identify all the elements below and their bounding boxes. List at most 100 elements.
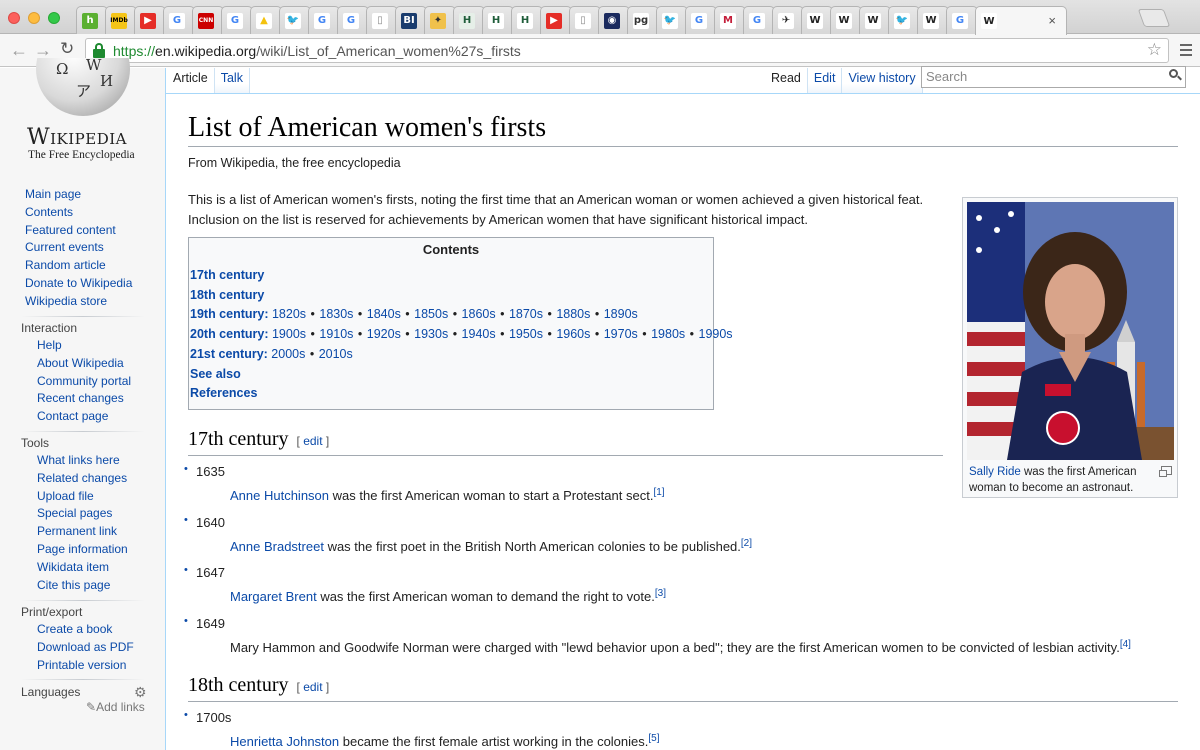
search-input[interactable]: Search [921,66,1186,88]
sidebar-nav-link[interactable]: Wikipedia store [25,294,107,308]
wikipedia-globe-logo[interactable]: Ω W ア И [36,58,130,120]
toc-link[interactable]: See also [190,367,241,381]
browser-tab[interactable]: IMDb [105,6,137,34]
browser-tab[interactable]: ▯ [366,6,398,34]
tab-edit[interactable]: Edit [807,68,843,94]
browser-tab[interactable]: H [482,6,514,34]
reference-link[interactable]: [3] [655,588,666,599]
browser-tab[interactable]: ✦ [424,6,456,34]
toc-sublink[interactable]: 1920s [367,327,401,341]
window-close-button[interactable] [8,12,20,24]
sidebar-tools-link[interactable]: What links here [37,453,120,467]
section-edit-link[interactable]: [ edit ] [297,434,330,448]
toc-sublink[interactable]: 1990s [699,327,733,341]
toc-sublink[interactable]: 1960s [556,327,590,341]
browser-menu-icon[interactable] [1180,44,1192,59]
toc-link[interactable]: 18th century [190,288,264,302]
browser-tab[interactable]: ▶ [540,6,572,34]
browser-tab[interactable]: H [453,6,485,34]
browser-tab[interactable]: H [511,6,543,34]
toc-sublink[interactable]: 1950s [509,327,543,341]
window-maximize-button[interactable] [48,12,60,24]
close-tab-icon[interactable]: × [1048,13,1056,28]
toc-sublink[interactable]: 1830s [319,307,353,321]
browser-tab[interactable]: 🐦 [888,6,920,34]
browser-tab[interactable]: h [76,6,108,34]
toc-link[interactable]: 20th century: [190,327,269,341]
browser-tab[interactable]: G [163,6,195,34]
reload-icon[interactable]: ↻ [60,39,74,59]
reference-link[interactable]: [5] [648,733,659,744]
toc-sublink[interactable]: 1870s [509,307,543,321]
sidebar-interaction-link[interactable]: About Wikipedia [37,356,124,370]
browser-tab[interactable]: ◉ [598,6,630,34]
browser-tab[interactable]: ▶ [134,6,166,34]
person-link[interactable]: Anne Hutchinson [230,488,329,503]
url-text[interactable]: https://en.wikipedia.org/wiki/List_of_Am… [113,43,521,59]
reference-link[interactable]: [1] [653,487,664,498]
sidebar-tools-link[interactable]: Permanent link [37,524,117,538]
toc-sublink[interactable]: 1860s [462,307,496,321]
tab-article[interactable]: Article [167,68,215,94]
back-arrow-icon[interactable]: ← [10,40,28,61]
sidebar-print-link[interactable]: Create a book [37,622,112,636]
person-link[interactable]: Margaret Brent [230,589,317,604]
sidebar-nav-link[interactable]: Main page [25,187,81,201]
toc-sublink[interactable]: 1890s [604,307,638,321]
sidebar-tools-link[interactable]: Page information [37,542,128,556]
sidebar-print-link[interactable]: Download as PDF [37,640,134,654]
sidebar-nav-link[interactable]: Donate to Wikipedia [25,276,132,290]
sidebar-nav-link[interactable]: Current events [25,240,104,254]
edit-link[interactable]: edit [303,434,322,448]
edit-link[interactable]: edit [303,680,322,694]
address-bar[interactable]: https://en.wikipedia.org/wiki/List_of_Am… [85,38,1169,63]
tab-read[interactable]: Read [765,68,808,94]
sidebar-print-link[interactable]: Printable version [37,658,126,672]
browser-tab[interactable]: pg [627,6,659,34]
sidebar-interaction-link[interactable]: Community portal [37,374,131,388]
reference-link[interactable]: [2] [741,538,752,549]
browser-tab[interactable]: 🐦 [279,6,311,34]
browser-tab[interactable]: ▲ [250,6,282,34]
window-minimize-button[interactable] [28,12,40,24]
browser-tab[interactable]: 🐦 [656,6,688,34]
search-icon[interactable] [1169,69,1182,81]
sidebar-tools-link[interactable]: Upload file [37,489,94,503]
sidebar-interaction-link[interactable]: Recent changes [37,391,124,405]
browser-tab[interactable]: W [830,6,862,34]
toc-sublink[interactable]: 1850s [414,307,448,321]
wikipedia-wordmark[interactable]: Wikipedia [27,125,127,150]
browser-tab[interactable]: G [221,6,253,34]
gear-icon[interactable]: ⚙ [134,684,147,701]
tab-talk[interactable]: Talk [214,68,250,94]
browser-tab[interactable]: BI [395,6,427,34]
browser-tab[interactable]: ▯ [569,6,601,34]
toc-sublink[interactable]: 1970s [604,327,638,341]
toc-link[interactable]: References [190,386,257,400]
browser-tab[interactable]: ✈ [772,6,804,34]
sidebar-tools-link[interactable]: Cite this page [37,578,110,592]
sidebar-tools-link[interactable]: Special pages [37,506,112,520]
browser-tab[interactable]: W [917,6,949,34]
enlarge-icon[interactable] [1159,466,1172,477]
sidebar-interaction-link[interactable]: Help [37,338,62,352]
tab-view-history[interactable]: View history [842,68,923,94]
toc-sublink[interactable]: 1840s [367,307,401,321]
toc-sublink[interactable]: 1880s [556,307,590,321]
toc-sublink[interactable]: 2000s [271,347,305,361]
sidebar-nav-link[interactable]: Featured content [25,223,116,237]
section-edit-link[interactable]: [ edit ] [297,680,330,694]
sally-ride-link[interactable]: Sally Ride [969,466,1021,478]
add-links-link[interactable]: ✎Add links [86,700,145,714]
toc-sublink[interactable]: 1910s [319,327,353,341]
toc-sublink[interactable]: 1940s [462,327,496,341]
browser-tab[interactable]: G [743,6,775,34]
reference-link[interactable]: [4] [1120,639,1131,650]
browser-tab[interactable]: G [685,6,717,34]
toc-sublink[interactable]: 1980s [651,327,685,341]
toc-sublink[interactable]: 2010s [319,347,353,361]
sidebar-tools-link[interactable]: Related changes [37,471,127,485]
browser-tab-active[interactable]: W × [975,6,1067,35]
toc-link[interactable]: 19th century: [190,307,269,321]
toc-sublink[interactable]: 1900s [272,327,306,341]
